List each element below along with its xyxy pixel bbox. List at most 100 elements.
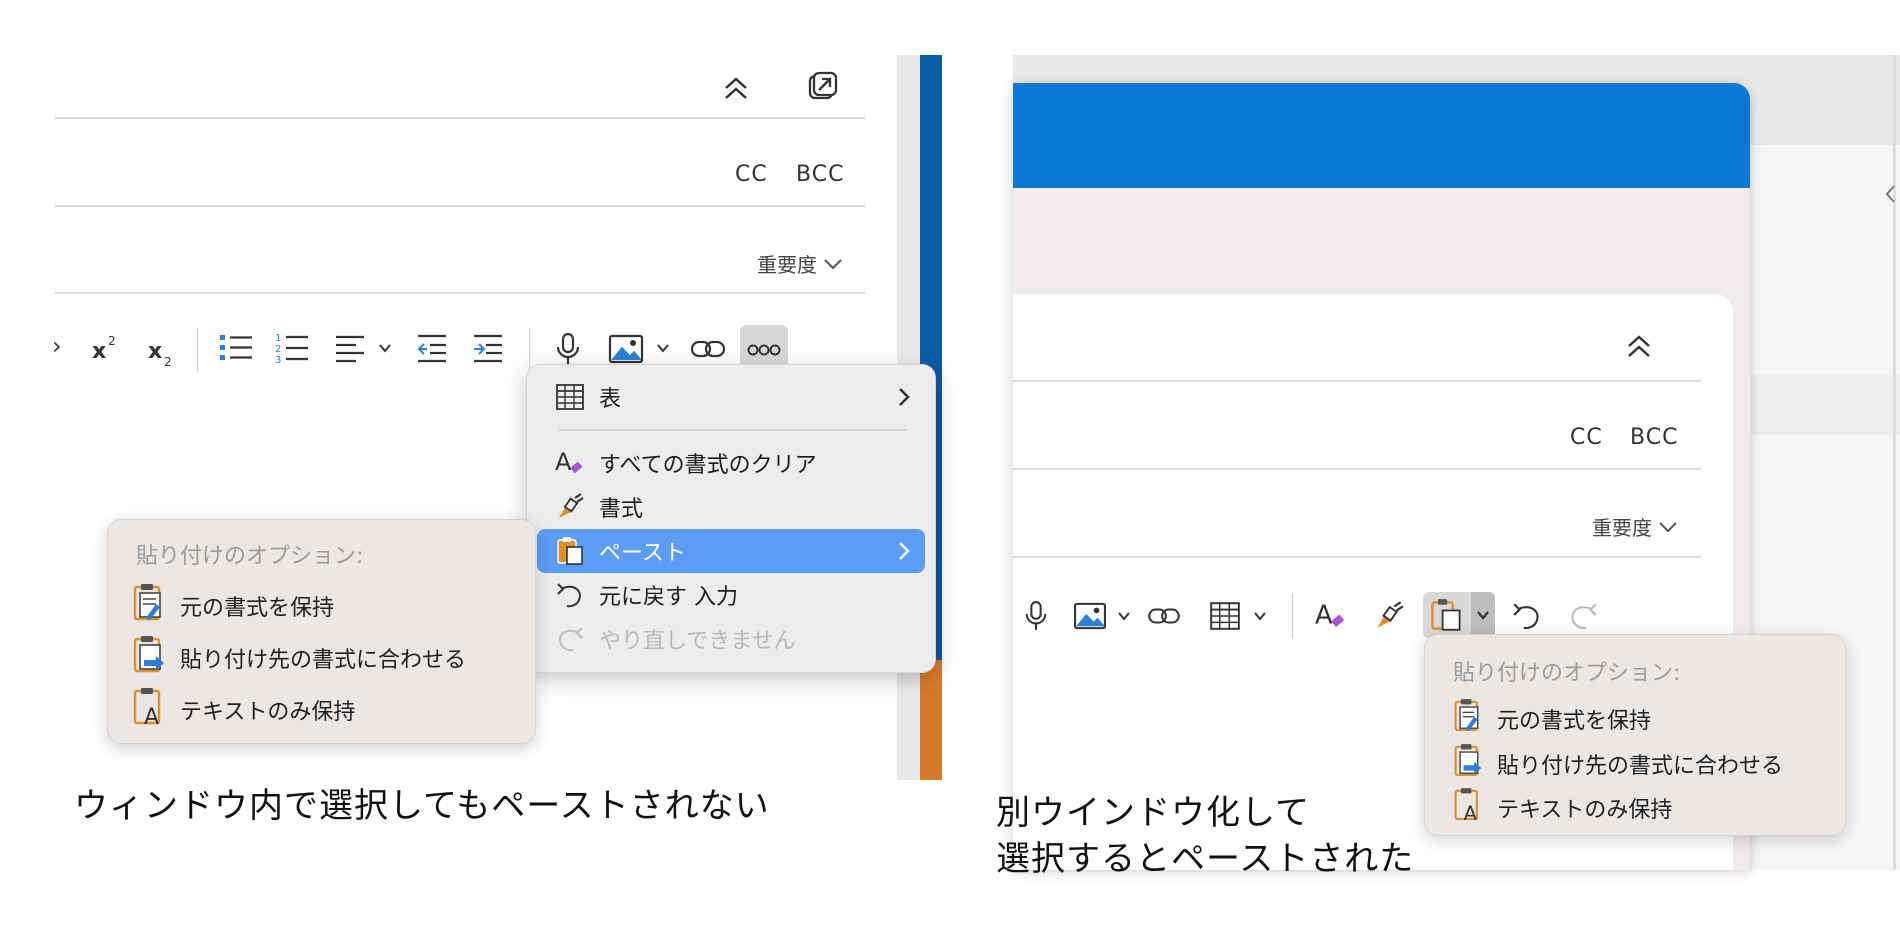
bcc-button[interactable]: BCC: [1630, 425, 1678, 450]
chevron-down-icon[interactable]: [1117, 611, 1131, 621]
paste-option-keep-source[interactable]: 元の書式を保持: [132, 582, 522, 626]
toolbar-separator: [529, 328, 530, 372]
more-options-button[interactable]: [740, 325, 788, 369]
paste-dropdown-button[interactable]: [1471, 592, 1495, 638]
menu-item-label: 表: [599, 387, 622, 412]
scrollbar[interactable]: [1893, 55, 1896, 870]
paste-option-match-destination[interactable]: 貼り付け先の書式に合わせる: [1453, 742, 1833, 782]
right-caption-line1: 別ウインドウ化して: [996, 793, 1310, 833]
redo-icon: [559, 627, 583, 652]
svg-text:2: 2: [164, 355, 172, 368]
divider: [55, 117, 865, 119]
toolbar-separator: [1292, 594, 1293, 638]
insert-picture-icon[interactable]: [1073, 602, 1107, 630]
collapse-icon[interactable]: [1623, 330, 1655, 362]
paste-options-popup: 貼り付けのオプション: 元の書式を保持 貼り付け先の書式に合わせる A テキスト…: [1424, 634, 1846, 836]
svg-text:A: A: [555, 448, 572, 476]
paste-option-text-only[interactable]: A テキストのみ保持: [132, 686, 522, 730]
chevron-left-icon[interactable]: [1884, 184, 1896, 204]
table-icon: [556, 384, 584, 410]
paste-option-text-only[interactable]: A テキストのみ保持: [1453, 786, 1833, 826]
menu-item-label: すべての書式のクリア: [599, 453, 817, 478]
toolbar-cut-off-button[interactable]: ›: [52, 332, 62, 360]
more-icon: [747, 344, 781, 356]
paste-option-label: テキストのみ保持: [1497, 798, 1673, 823]
bcc-button[interactable]: BCC: [796, 162, 844, 187]
align-icon[interactable]: [334, 332, 366, 364]
chevron-down-icon: [824, 258, 842, 269]
menu-item-label: やり直しできません: [599, 629, 796, 654]
background-window-row: [1750, 375, 1900, 435]
menu-item-format-painter[interactable]: 書式: [537, 485, 925, 529]
chevron-right-icon: [899, 542, 910, 560]
clear-formatting-icon: A: [555, 448, 583, 476]
menu-item-paste[interactable]: ペースト: [537, 529, 925, 573]
decrease-indent-icon[interactable]: [416, 332, 448, 364]
toolbar-separator: [197, 328, 198, 372]
paste-option-label: 貼り付け先の書式に合わせる: [180, 648, 467, 673]
cc-button[interactable]: CC: [735, 162, 768, 187]
superscript-icon[interactable]: x 2: [90, 332, 120, 362]
importance-label: 重要度: [757, 253, 817, 277]
svg-text:2: 2: [275, 344, 281, 355]
svg-text:A: A: [1315, 600, 1333, 630]
menu-item-undo[interactable]: 元に戻す 入力: [537, 573, 925, 617]
dictate-microphone-icon[interactable]: [1023, 600, 1049, 632]
chevron-right-icon: [899, 388, 910, 406]
svg-text:x: x: [148, 339, 162, 364]
keep-source-formatting-icon: [133, 584, 161, 621]
link-icon[interactable]: [1147, 604, 1181, 628]
paste-option-keep-source[interactable]: 元の書式を保持: [1453, 697, 1833, 737]
menu-item-clear-formatting[interactable]: A すべての書式のクリア: [537, 441, 925, 485]
window-title-bar: [1013, 83, 1750, 188]
format-painter-icon: [559, 493, 584, 518]
paste-button[interactable]: [1423, 592, 1495, 638]
paste-icon: [1431, 599, 1461, 631]
svg-text:2: 2: [108, 334, 116, 348]
cc-button[interactable]: CC: [1570, 425, 1603, 450]
popout-icon[interactable]: [806, 70, 838, 102]
insert-picture-icon[interactable]: [608, 334, 644, 364]
svg-text:A: A: [144, 705, 159, 726]
chevron-down-icon[interactable]: [656, 343, 670, 353]
divider: [1013, 556, 1701, 558]
link-icon[interactable]: [690, 336, 726, 362]
menu-item-label: 書式: [599, 497, 644, 522]
chevron-down-icon[interactable]: [378, 343, 392, 353]
undo-icon: [557, 583, 581, 608]
background-window-edge: [920, 660, 942, 780]
importance-dropdown[interactable]: 重要度: [757, 249, 843, 278]
svg-text:1: 1: [275, 333, 281, 344]
keep-text-only-icon: A: [133, 688, 161, 726]
match-destination-formatting-icon: [1454, 744, 1482, 777]
undo-icon[interactable]: [1511, 600, 1543, 632]
svg-text:x: x: [92, 339, 106, 362]
menu-item-label: ペースト: [599, 541, 686, 566]
importance-dropdown[interactable]: 重要度: [1592, 512, 1678, 541]
increase-indent-icon[interactable]: [472, 332, 504, 364]
paste-option-match-destination[interactable]: 貼り付け先の書式に合わせる: [132, 634, 522, 678]
chevron-down-icon[interactable]: [1253, 611, 1267, 621]
subscript-icon[interactable]: x 2: [146, 332, 176, 368]
paste-option-label: 元の書式を保持: [180, 596, 335, 621]
numbered-list-icon[interactable]: 1 2 3: [274, 330, 310, 366]
bullet-list-icon[interactable]: [218, 332, 254, 364]
clear-formatting-icon[interactable]: A: [1315, 600, 1347, 632]
paste-icon: [557, 537, 583, 565]
table-icon[interactable]: [1209, 600, 1241, 632]
paste-option-label: テキストのみ保持: [180, 700, 356, 725]
right-caption-line2: 選択するとペーストされた: [996, 839, 1415, 879]
redo-icon: [1571, 603, 1597, 630]
paste-options-header: 貼り付けのオプション:: [136, 544, 364, 569]
dictate-microphone-icon[interactable]: [554, 332, 582, 366]
collapse-icon[interactable]: [720, 72, 752, 104]
menu-item-label: 元に戻す 入力: [599, 585, 738, 610]
svg-text:A: A: [1464, 802, 1478, 822]
svg-text:3: 3: [275, 355, 281, 366]
keep-text-only-icon: A: [1454, 788, 1478, 822]
chevron-down-icon: [1477, 611, 1489, 620]
format-painter-icon[interactable]: [1373, 600, 1405, 632]
menu-item-table[interactable]: 表: [537, 375, 925, 419]
match-destination-formatting-icon: [133, 636, 164, 673]
menu-item-redo: やり直しできません: [537, 617, 925, 661]
